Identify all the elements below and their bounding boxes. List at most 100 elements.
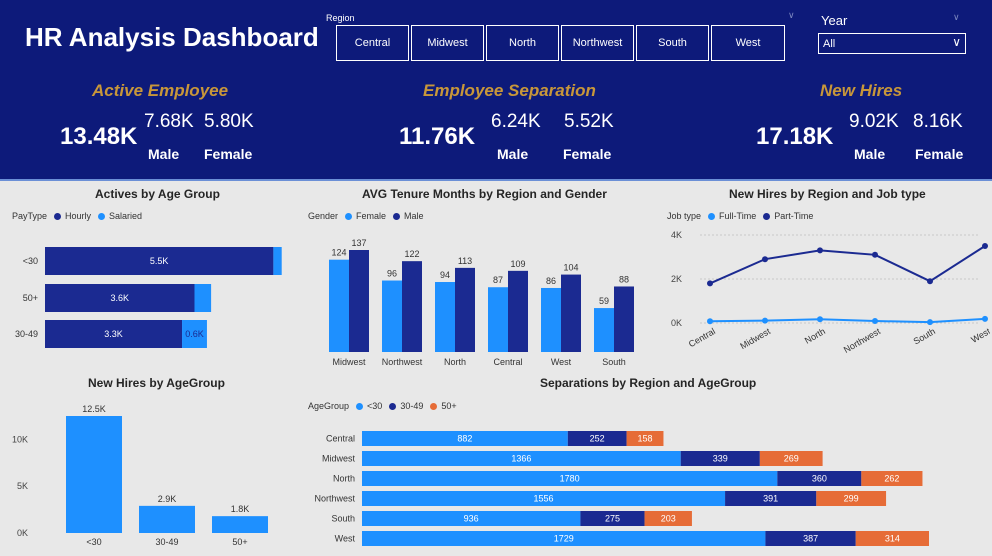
kpi-separation-female-label: Female — [563, 146, 612, 162]
data-label: 339 — [713, 454, 728, 464]
data-label: 124 — [331, 248, 346, 258]
year-slicer-collapse-icon[interactable]: ∨ — [953, 12, 960, 23]
data-label: 387 — [803, 534, 818, 544]
data-label: 109 — [510, 259, 525, 269]
point-part-time — [707, 280, 713, 287]
legend-title: Job type — [667, 211, 702, 221]
bar-female — [329, 259, 349, 352]
point-part-time — [927, 278, 933, 285]
legend-label-full-time[interactable]: Full-Time — [719, 211, 756, 221]
kpi-separation-male-label: Male — [497, 146, 529, 162]
x-tick-label: Midwest — [738, 326, 772, 351]
y-tick-label: 4K — [671, 230, 682, 240]
point-full-time — [982, 315, 988, 322]
bar-male — [508, 270, 528, 352]
region-button-northwest[interactable]: Northwest — [561, 25, 634, 61]
data-label: 137 — [351, 238, 366, 248]
region-button-south[interactable]: South — [636, 25, 709, 61]
tenure-title: AVG Tenure Months by Region and Gender — [362, 187, 607, 201]
legend-dot-female — [345, 212, 353, 220]
kpi-separation-female: 5.52K — [564, 111, 614, 132]
x-tick-label: Central — [493, 357, 522, 367]
actives-age-chart: <30 5.5K 50+ 3.6K 30-49 3.3K 0.6K — [15, 247, 282, 348]
separations-title: Separations by Region and AgeGroup — [540, 376, 757, 390]
data-label: 262 — [884, 474, 899, 484]
y-tick-label: 30-49 — [15, 329, 38, 339]
newhires-age-title: New Hires by AgeGroup — [88, 376, 225, 390]
year-dropdown[interactable]: All ∨ — [818, 33, 966, 54]
kpi-active-title: Active Employee — [92, 81, 229, 100]
bar — [139, 505, 195, 533]
bar-salaried — [194, 284, 212, 312]
legend-title: AgeGroup — [308, 401, 350, 411]
y-tick-label: South — [331, 514, 355, 524]
legend-label-30-49[interactable]: 30-49 — [400, 401, 423, 411]
bar — [212, 516, 268, 533]
kpi-separation-male: 6.24K — [491, 111, 541, 132]
data-label: 314 — [885, 534, 900, 544]
bar-female — [488, 287, 508, 352]
x-tick-label: West — [551, 357, 572, 367]
region-button-midwest[interactable]: Midwest — [411, 25, 484, 61]
y-tick-label: 0K — [17, 528, 28, 538]
data-label: 299 — [844, 494, 859, 504]
legend-label-50plus[interactable]: 50+ — [441, 401, 456, 411]
bar-male — [455, 267, 475, 352]
bar-female — [541, 287, 561, 352]
x-tick-label: North — [444, 357, 466, 367]
x-tick-label: 30-49 — [155, 537, 178, 547]
data-label: 12.5K — [82, 404, 106, 414]
header-banner: HR Analysis Dashboard Region ∨ Central M… — [0, 0, 992, 181]
page-title: HR Analysis Dashboard — [25, 22, 319, 52]
x-tick-label: South — [912, 326, 937, 346]
data-label: 88 — [619, 274, 629, 284]
line-full-time — [709, 317, 986, 324]
separations-chart: Central 882 252 158 Midwest 1366 339 269 North 17… — [314, 431, 929, 546]
point-part-time — [872, 251, 878, 258]
data-label: 275 — [605, 514, 620, 524]
point-part-time — [762, 256, 768, 263]
region-button-west[interactable]: West — [711, 25, 785, 61]
y-tick-label: Northwest — [314, 494, 355, 504]
region-slicer: Central Midwest North Northwest South We… — [336, 25, 785, 61]
point-full-time — [927, 319, 933, 326]
point-full-time — [707, 318, 713, 325]
region-button-central[interactable]: Central — [336, 25, 409, 61]
chevron-down-icon: ∨ — [952, 35, 961, 49]
kpi-newhires-male-label: Male — [854, 146, 886, 162]
data-label: 1780 — [560, 474, 580, 484]
data-label: 1729 — [554, 534, 574, 544]
bar-male — [561, 274, 581, 352]
legend-dot-30-49 — [389, 402, 397, 410]
data-label: 158 — [638, 434, 653, 444]
legend-label-under30[interactable]: <30 — [367, 401, 382, 411]
actives-age-title: Actives by Age Group — [95, 187, 220, 201]
legend-label-part-time[interactable]: Part-Time — [774, 211, 813, 221]
legend-dot-salaried — [98, 212, 106, 220]
x-tick-label: Midwest — [332, 357, 366, 367]
legend-dot-male — [393, 212, 401, 220]
legend-label-hourly[interactable]: Hourly — [65, 211, 91, 221]
legend-label-male[interactable]: Male — [404, 211, 424, 221]
region-slicer-chevron-icon[interactable]: ∨ — [788, 10, 795, 21]
legend-label-female[interactable]: Female — [356, 211, 386, 221]
data-label: 1556 — [534, 494, 554, 504]
data-label: 0.6K — [185, 329, 204, 339]
data-label: 2.9K — [158, 494, 177, 504]
kpi-active-total: 13.48K — [60, 123, 138, 150]
x-tick-label: Northwest — [382, 357, 423, 367]
region-slicer-label: Region — [326, 13, 355, 23]
data-label: 5.5K — [150, 256, 169, 266]
legend-label-salaried[interactable]: Salaried — [109, 211, 142, 221]
data-label: 360 — [812, 474, 827, 484]
data-label: 936 — [464, 514, 479, 524]
legend-title: Gender — [308, 211, 339, 221]
x-tick-label: West — [969, 326, 990, 345]
year-slicer-label: Year — [821, 13, 848, 28]
bar-male — [402, 261, 422, 352]
year-dropdown-value: All — [823, 38, 836, 50]
bar-female — [435, 282, 455, 352]
kpi-newhires-male: 9.02K — [849, 111, 899, 132]
region-button-north[interactable]: North — [486, 25, 559, 61]
y-tick-label: Midwest — [322, 454, 356, 464]
